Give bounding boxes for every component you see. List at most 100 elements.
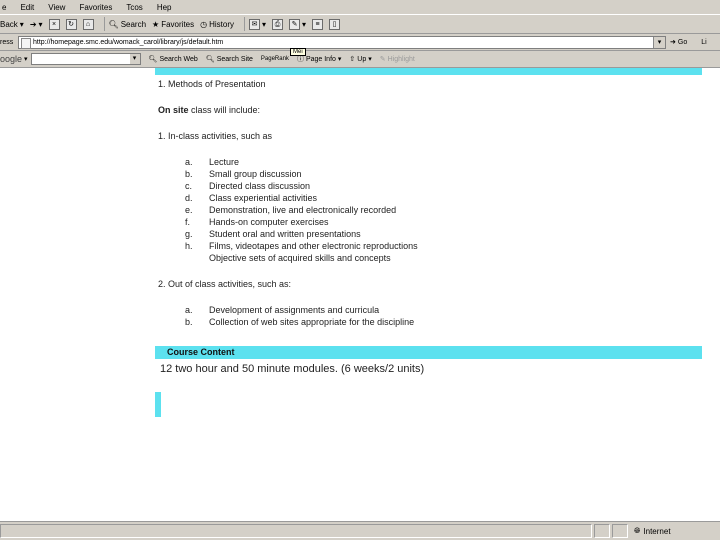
menu-edit[interactable]: Edit (20, 3, 34, 12)
up-icon: ⇧ (349, 56, 356, 63)
discuss-icon: ≡ (312, 18, 324, 30)
google-search-input[interactable]: ▾ (30, 53, 141, 65)
refresh-button[interactable]: ↻ (65, 18, 77, 30)
address-bar: ress http://homepage.smc.edu/womack_caro… (0, 34, 720, 51)
page-info-label: Page Info (305, 55, 336, 63)
methods-heading: 1. Methods of Presentation (158, 79, 266, 89)
google-toolbar: oogle ▾ ▾ 🔍︎ Search Web 🔍︎ Search Site P… (0, 51, 720, 68)
favorites-button[interactable]: ★ Favorites (152, 20, 194, 29)
list-item: f. Hands-on computer exercises (185, 217, 329, 227)
search-site-label: Search Site (216, 55, 253, 63)
search-button[interactable]: 🔍︎ Search (109, 20, 147, 29)
list-item: h. Films, videotapes and other electronic… (185, 241, 418, 251)
address-label: ress (0, 38, 14, 46)
zone-label: Internet (643, 526, 671, 536)
back-button[interactable]: Back ▾ (0, 20, 24, 29)
status-lock-pane (612, 524, 628, 538)
refresh-icon: ↻ (65, 18, 77, 30)
tooltip: Mei (290, 48, 306, 56)
google-logo[interactable]: oogle (0, 54, 22, 64)
chevron-down-icon[interactable]: ▾ (653, 36, 665, 48)
menu-tools[interactable]: Tcos (126, 3, 142, 12)
mail-icon: ✉ (249, 18, 260, 30)
status-progress-pane (594, 524, 610, 538)
onsite-line: On site class will include: (158, 105, 260, 115)
favorites-label: Favorites (161, 19, 195, 29)
list-item: d. Class experiential activities (185, 193, 318, 203)
links-label: Li (701, 38, 707, 46)
address-input[interactable]: http://homepage.smc.edu/womack_carol/lib… (18, 35, 666, 49)
history-button[interactable]: ◷ History (200, 20, 234, 29)
history-label: History (209, 19, 234, 29)
toolbar-divider (103, 17, 105, 31)
home-icon: ⌂ (82, 18, 94, 30)
highlight-icon: ✎ (379, 56, 386, 63)
search-site-button[interactable]: 🔍︎ Search Site (205, 55, 253, 64)
forward-button[interactable]: ➔ ▾ (30, 20, 43, 29)
onsite-bold: On site (158, 105, 189, 115)
toolbar-divider (244, 17, 245, 31)
chevron-down-icon: ▾ (19, 19, 24, 29)
up-label: Up (357, 55, 367, 63)
menu-help[interactable]: Hep (157, 3, 172, 12)
list-item: c. Directed class discussion (185, 181, 311, 191)
list-item: e. Demonstration, live and electronically… (185, 205, 397, 215)
highlight-button[interactable]: ✎ Highlight (379, 55, 415, 64)
up-button[interactable]: ⇧ Up ▾ (349, 55, 371, 64)
out-class-heading: 2. Out of class activities, such as: (158, 279, 292, 289)
security-zone[interactable]: 🌐︎ Internet (630, 526, 671, 536)
onsite-rest: class will include: (188, 105, 261, 115)
chevron-down-icon[interactable]: ▾ (24, 55, 28, 63)
modules-text: 12 two hour and 50 minute modules. (6 we… (160, 363, 425, 375)
favorites-icon: ★ (152, 19, 160, 29)
search-label: Search (120, 19, 147, 29)
home-button[interactable]: ⌂ (82, 18, 94, 30)
globe-icon: 🌐︎ (634, 526, 641, 535)
chevron-down-icon: ▾ (38, 19, 43, 29)
list-item: a. Development of assignments and curricu… (185, 305, 380, 315)
search-icon: 🔍︎ (108, 19, 119, 29)
standard-toolbar: Back ▾ ➔ ▾ × ↻ ⌂ 🔍︎ Search ★ Favorites ◷… (0, 14, 720, 34)
history-icon: ◷ (200, 19, 208, 29)
go-button[interactable]: ➜ Go (670, 38, 688, 47)
address-url: http://homepage.smc.edu/womack_carol/lib… (33, 38, 224, 46)
search-icon: 🔍︎ (148, 56, 158, 63)
stop-icon: × (48, 18, 60, 30)
in-class-list: a. Lecture b. Small group discussion c. Dir… (185, 157, 418, 265)
forward-arrow-icon: ➔ (29, 19, 37, 29)
back-label: Back (0, 19, 18, 29)
status-bar: 🌐︎ Internet (0, 521, 720, 540)
out-class-list: a. Development of assignments and curricu… (185, 305, 414, 329)
list-item: a. Lecture (185, 157, 240, 167)
pagerank-label: PageRank (260, 56, 289, 62)
discuss-button[interactable]: ≡ (312, 18, 324, 30)
highlight-label: Highlight (387, 55, 415, 63)
stop-button[interactable]: × (48, 18, 60, 30)
list-item: g. Student oral and written presentations (185, 229, 361, 239)
chevron-down-icon: ▾ (337, 56, 342, 63)
list-item: b. Collection of web sites appropriate fo… (185, 317, 415, 327)
go-label: Go (677, 38, 688, 46)
print-button[interactable]: ⎙ (272, 18, 284, 30)
pagerank-indicator[interactable]: PageRank (261, 56, 289, 62)
mail-button[interactable]: ✉ ▾ (249, 18, 266, 30)
page-icon (21, 37, 31, 49)
menu-favorites[interactable]: Favorites (79, 3, 112, 12)
list-item: b. Small group discussion (185, 169, 302, 179)
page-content: 1. Methods of Presentation On site class… (0, 68, 720, 521)
edit-button[interactable]: ✎ ▾ (289, 18, 307, 30)
chevron-down-icon[interactable]: ▾ (129, 54, 140, 64)
links-button[interactable]: Li (701, 39, 706, 46)
menu-file[interactable]: e (2, 3, 6, 12)
edit-icon: ✎ (289, 18, 301, 30)
chevron-down-icon: ▾ (302, 19, 307, 29)
status-text-pane (0, 524, 592, 538)
menu-view[interactable]: View (48, 3, 65, 12)
search-web-button[interactable]: 🔍︎ Search Web (148, 55, 198, 64)
search-web-label: Search Web (159, 55, 198, 63)
messenger-button[interactable]: ▯ (329, 18, 341, 30)
search-site-icon: 🔍︎ (205, 56, 215, 63)
messenger-icon: ▯ (329, 18, 341, 30)
print-icon: ⎙ (272, 18, 284, 30)
in-class-heading: 1. In-class activities, such as (158, 131, 273, 141)
